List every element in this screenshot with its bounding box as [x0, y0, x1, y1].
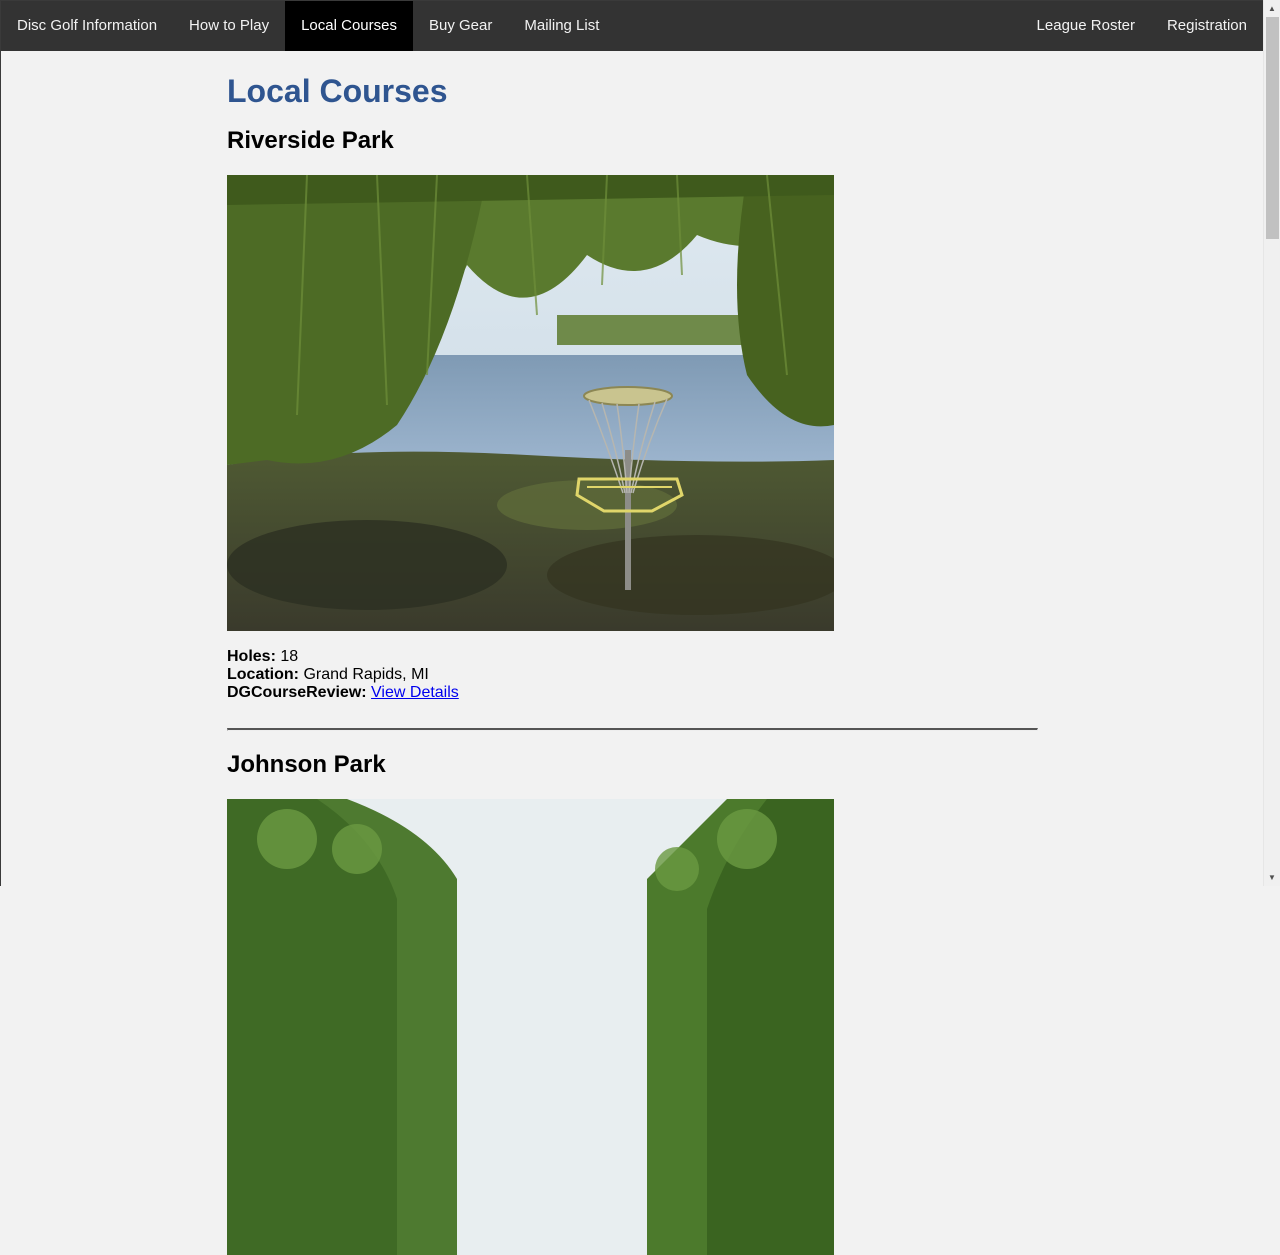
- review-row: DGCourseReview: View Details: [227, 684, 1036, 702]
- course-section-johnson: Johnson Park: [227, 751, 1036, 1255]
- nav-buy-gear[interactable]: Buy Gear: [413, 1, 508, 51]
- location-value: Grand Rapids, MI: [303, 666, 429, 683]
- course-name: Johnson Park: [227, 751, 386, 778]
- main-content: Local Courses Riverside Park Holes: 18 L…: [227, 51, 1038, 1255]
- page-scrollbar[interactable]: ▲ ▼: [1263, 0, 1280, 886]
- location-row: Location: Grand Rapids, MI: [227, 666, 1036, 684]
- nav-local-courses[interactable]: Local Courses: [285, 1, 413, 51]
- course-divider: [227, 728, 1038, 731]
- nav-mailing-list[interactable]: Mailing List: [508, 1, 615, 51]
- riverside-park-photo: [227, 175, 834, 631]
- course-section-riverside: Riverside Park Holes: 18 Location: Grand…: [227, 127, 1036, 702]
- top-navbar: Disc Golf Information How to Play Local …: [1, 1, 1263, 51]
- review-label: DGCourseReview:: [227, 684, 367, 701]
- nav-right-group: League Roster Registration: [1021, 1, 1263, 51]
- scroll-down-icon[interactable]: ▼: [1264, 869, 1280, 886]
- holes-label: Holes:: [227, 648, 276, 665]
- view-details-link[interactable]: View Details: [371, 684, 459, 701]
- course-name: Riverside Park: [227, 127, 394, 154]
- johnson-park-photo: [227, 799, 834, 1255]
- course-info: Holes: 18 Location: Grand Rapids, MI DGC…: [227, 648, 1036, 702]
- location-label: Location:: [227, 666, 299, 683]
- nav-registration[interactable]: Registration: [1151, 1, 1263, 51]
- page-title: Local Courses: [227, 73, 448, 109]
- nav-how-to-play[interactable]: How to Play: [173, 1, 285, 51]
- scroll-up-icon[interactable]: ▲: [1264, 0, 1280, 17]
- holes-row: Holes: 18: [227, 648, 1036, 666]
- nav-disc-golf-information[interactable]: Disc Golf Information: [1, 1, 173, 51]
- scroll-thumb[interactable]: [1266, 17, 1279, 239]
- nav-left-group: Disc Golf Information How to Play Local …: [1, 1, 615, 51]
- nav-league-roster[interactable]: League Roster: [1021, 1, 1151, 51]
- holes-value: 18: [280, 648, 299, 665]
